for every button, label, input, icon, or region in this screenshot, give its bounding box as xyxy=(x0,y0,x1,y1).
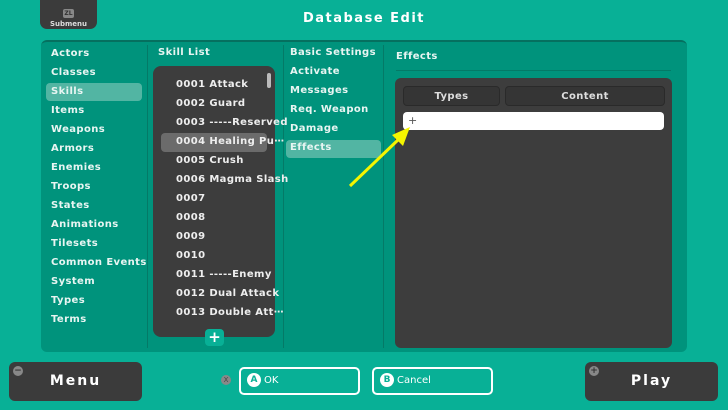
skill-list-item[interactable]: 0001 Attack xyxy=(176,76,248,94)
skill-list-title: Skill List xyxy=(158,47,211,58)
divider xyxy=(283,45,284,348)
ok-label: OK xyxy=(264,375,279,386)
menu-button[interactable]: − Menu xyxy=(9,362,142,401)
cancel-label: Cancel xyxy=(397,375,431,386)
sidebar-item-skills[interactable]: Skills xyxy=(51,83,84,101)
settings-tab-activate[interactable]: Activate xyxy=(290,63,340,81)
skill-list-item[interactable]: 0002 Guard xyxy=(176,95,245,113)
divider xyxy=(147,45,148,348)
sidebar-item-classes[interactable]: Classes xyxy=(51,64,96,82)
plus-key-icon: + xyxy=(589,366,599,376)
pointer-arrow-icon xyxy=(348,127,410,188)
sidebar-item-common-events[interactable]: Common Events xyxy=(51,254,147,272)
skill-list-item[interactable]: 0012 Dual Attack xyxy=(176,285,279,303)
add-effect-row[interactable]: + xyxy=(403,112,664,130)
sidebar-item-tilesets[interactable]: Tilesets xyxy=(51,235,98,253)
settings-tab-damage[interactable]: Damage xyxy=(290,120,339,138)
sidebar-item-troops[interactable]: Troops xyxy=(51,178,91,196)
sidebar-item-armors[interactable]: Armors xyxy=(51,140,94,158)
sidebar-item-animations[interactable]: Animations xyxy=(51,216,119,234)
skill-list-item[interactable]: 0003 -----Reserved xyxy=(176,114,288,132)
play-label: Play xyxy=(630,373,673,389)
skill-list-item[interactable]: 0013 Double Att⋯ xyxy=(176,304,284,322)
sidebar-item-types[interactable]: Types xyxy=(51,292,85,310)
ok-button[interactable]: A OK xyxy=(239,367,360,395)
sidebar-item-states[interactable]: States xyxy=(51,197,90,215)
x-key-icon[interactable]: X xyxy=(221,375,231,385)
menu-label: Menu xyxy=(49,373,102,389)
effects-title: Effects xyxy=(396,51,438,62)
sidebar-item-actors[interactable]: Actors xyxy=(51,45,90,63)
sidebar-item-enemies[interactable]: Enemies xyxy=(51,159,101,177)
add-skill-button[interactable]: + xyxy=(205,329,224,346)
settings-tab-basic-settings[interactable]: Basic Settings xyxy=(290,44,376,62)
b-key-icon: B xyxy=(380,373,394,387)
column-header-content[interactable]: Content xyxy=(505,86,665,106)
divider xyxy=(383,45,384,348)
minus-key-icon: − xyxy=(13,366,23,376)
column-header-types[interactable]: Types xyxy=(403,86,500,106)
settings-tab-messages[interactable]: Messages xyxy=(290,82,348,100)
skill-list-item[interactable]: 0011 -----Enemy xyxy=(176,266,272,284)
sidebar-item-system[interactable]: System xyxy=(51,273,95,291)
page-title: Database Edit xyxy=(302,11,426,26)
skill-list-item[interactable]: 0004 Healing Pu⋯ xyxy=(176,133,285,151)
skill-list-item[interactable]: 0010 xyxy=(176,247,205,265)
a-key-icon: A xyxy=(247,373,261,387)
skill-list-item[interactable]: 0007 xyxy=(176,190,205,208)
sidebar-item-terms[interactable]: Terms xyxy=(51,311,87,329)
skill-list-item[interactable]: 0006 Magma Slash xyxy=(176,171,289,189)
settings-tab-req-weapon[interactable]: Req. Weapon xyxy=(290,101,369,119)
skill-list-item[interactable]: 0005 Crush xyxy=(176,152,244,170)
skill-list-item[interactable]: 0008 xyxy=(176,209,205,227)
sidebar-item-weapons[interactable]: Weapons xyxy=(51,121,105,139)
play-button[interactable]: + Play xyxy=(585,362,718,401)
scrollbar[interactable] xyxy=(267,73,271,88)
settings-tab-effects[interactable]: Effects xyxy=(290,139,332,157)
sidebar-item-items[interactable]: Items xyxy=(51,102,85,120)
cancel-button[interactable]: B Cancel xyxy=(372,367,493,395)
skill-list-item[interactable]: 0009 xyxy=(176,228,205,246)
divider xyxy=(396,70,671,71)
